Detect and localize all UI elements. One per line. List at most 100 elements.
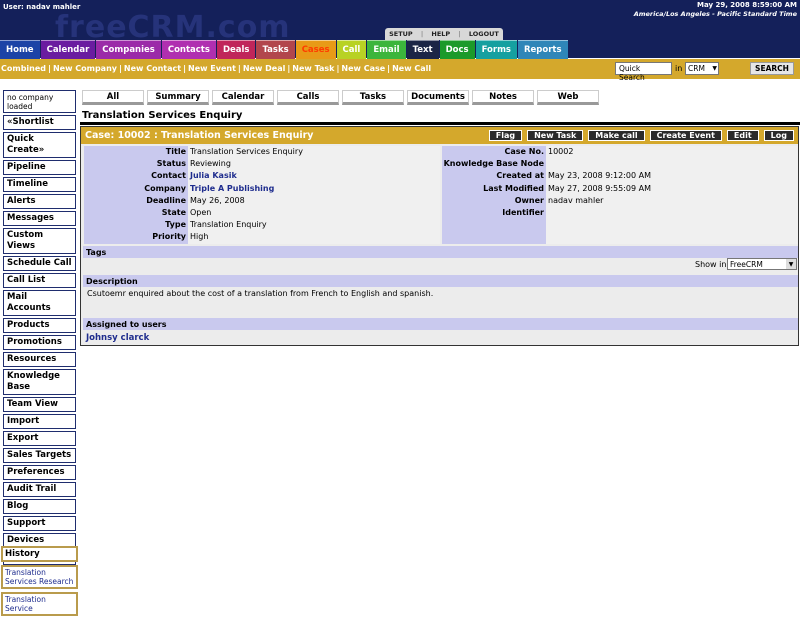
history-item[interactable]: Translation Service — [1, 592, 78, 616]
sidebar-item-shortlist[interactable]: «Shortlist — [3, 115, 76, 130]
field-label-owner: Owner — [442, 194, 546, 207]
tab-notes[interactable]: Notes — [472, 90, 534, 105]
chevron-down-icon: ▼ — [786, 259, 796, 269]
field-row: Contact Julia Kasik — [84, 170, 440, 183]
sidebar-item-import[interactable]: Import — [3, 414, 76, 429]
setup-link[interactable]: SETUP — [389, 30, 413, 38]
tab-web[interactable]: Web — [537, 90, 599, 105]
sidebar-item-mail-accounts[interactable]: Mail Accounts — [3, 290, 76, 316]
sidebar-item-alerts[interactable]: Alerts — [3, 194, 76, 209]
history-link[interactable]: Translation Service — [5, 595, 74, 613]
sidebar-item-schedule-call[interactable]: Schedule Call — [3, 256, 76, 271]
history-link[interactable]: Translation Services Research — [5, 568, 74, 586]
nav-tab-contacts[interactable]: Contacts — [161, 40, 216, 59]
quick-link-new-contact[interactable]: New Contact — [124, 64, 181, 73]
quick-link-new-event[interactable]: New Event — [188, 64, 236, 73]
nav-tab-home[interactable]: Home — [0, 40, 40, 59]
sidebar-item-resources[interactable]: Resources — [3, 352, 76, 367]
sidebar-item-promotions[interactable]: Promotions — [3, 335, 76, 350]
sidebar-item-blog[interactable]: Blog — [3, 499, 76, 514]
field-label-status: Status — [84, 158, 188, 171]
sidebar-item-call-list[interactable]: Call List — [3, 273, 76, 288]
timezone-text: America/Los Angeles - Pacific Standard T… — [633, 10, 797, 18]
help-link[interactable]: HELP — [431, 30, 450, 38]
sidebar-item-preferences[interactable]: Preferences — [3, 465, 76, 480]
tab-calendar[interactable]: Calendar — [212, 90, 274, 105]
field-label-state: State — [84, 206, 188, 220]
new-task-button[interactable]: New Task — [527, 130, 584, 141]
field-row: Created at May 23, 2008 9:12:00 AM — [442, 170, 798, 183]
sidebar-item-audit-trail[interactable]: Audit Trail — [3, 482, 76, 497]
history-item[interactable]: Translation Services Research — [1, 565, 78, 589]
separator: | — [237, 64, 241, 73]
tab-tasks[interactable]: Tasks — [342, 90, 404, 105]
field-value-contact[interactable]: Julia Kasik — [188, 170, 440, 183]
sidebar-item-custom-views[interactable]: Custom Views — [3, 228, 76, 254]
assigned-user-link[interactable]: Johnsy clarck — [86, 333, 149, 343]
nav-tab-deals[interactable]: Deals — [216, 40, 256, 59]
nav-tab-companies[interactable]: Companies — [96, 40, 161, 59]
field-row: Identifier — [442, 206, 798, 220]
nav-tab-call[interactable]: Call — [336, 40, 367, 59]
separator: | — [336, 64, 340, 73]
create-event-button[interactable]: Create Event — [649, 130, 722, 141]
tab-summary[interactable]: Summary — [147, 90, 209, 105]
tab-all[interactable]: All — [82, 90, 144, 105]
quick-link-new-task[interactable]: New Task — [292, 64, 334, 73]
tab-documents[interactable]: Documents — [407, 90, 469, 105]
quick-link-new-deal[interactable]: New Deal — [243, 64, 286, 73]
flag-button[interactable]: Flag — [488, 130, 523, 141]
sidebar-item-support[interactable]: Support — [3, 516, 76, 531]
quick-link-new-company[interactable]: New Company — [53, 64, 117, 73]
field-row: Knowledge Base Node — [442, 158, 798, 171]
quick-link-new-case[interactable]: New Case — [341, 64, 385, 73]
nav-tab-cases[interactable]: Cases — [295, 40, 336, 59]
show-in-value: FreeCRM — [730, 260, 763, 269]
sidebar-item-export[interactable]: Export — [3, 431, 76, 446]
edit-button[interactable]: Edit — [726, 130, 759, 141]
page-title: Translation Services Enquiry — [82, 110, 243, 121]
search-scope-value: CRM — [688, 64, 705, 73]
field-label-title: Title — [84, 146, 188, 159]
make-call-button[interactable]: Make call — [588, 130, 645, 141]
field-row: Type Translation Enquiry — [84, 219, 440, 232]
field-label-knowledge-base-node: Knowledge Base Node — [442, 158, 546, 171]
case-fields-right: Case No. 10002 Knowledge Base Node Created … — [442, 146, 798, 244]
logout-link[interactable]: LOGOUT — [469, 30, 499, 38]
field-label-deadline: Deadline — [84, 194, 188, 207]
field-value-deadline: May 26, 2008 — [188, 194, 440, 207]
field-row — [442, 231, 798, 244]
field-value-created-at: May 23, 2008 9:12:00 AM — [546, 170, 798, 183]
sidebar-item-products[interactable]: Products — [3, 318, 76, 333]
field-row: Company Triple A Publishing — [84, 182, 440, 195]
datetime-display: May 29, 2008 8:59:00 AM America/Los Ange… — [634, 1, 797, 19]
sidebar-item-timeline[interactable]: Timeline — [3, 177, 76, 192]
sidebar-item-pipeline[interactable]: Pipeline — [3, 160, 76, 175]
search-scope-select[interactable]: CRM ▼ — [685, 62, 719, 75]
sidebar-item-knowledge-base[interactable]: Knowledge Base — [3, 369, 76, 395]
nav-tab-reports[interactable]: Reports — [518, 40, 568, 59]
sidebar-item-team-view[interactable]: Team View — [3, 397, 76, 412]
nav-tab-text[interactable]: Text — [406, 40, 439, 59]
field-value-last-modified: May 27, 2008 9:55:09 AM — [546, 182, 798, 195]
field-label-priority: Priority — [84, 231, 188, 244]
header-bar: freeCRM.com User: nadav mahler May 29, 2… — [0, 0, 800, 59]
sidebar-item-sales-targets[interactable]: Sales Targets — [3, 448, 76, 463]
field-row: Title Translation Services Enquiry — [84, 146, 440, 159]
tab-calls[interactable]: Calls — [277, 90, 339, 105]
quick-link-combined[interactable]: Combined — [1, 64, 46, 73]
field-label-identifier: Identifier — [442, 206, 546, 220]
nav-tab-email[interactable]: Email — [367, 40, 406, 59]
quick-link-new-call[interactable]: New Call — [392, 64, 431, 73]
sidebar-item-messages[interactable]: Messages — [3, 211, 76, 226]
nav-tab-calendar[interactable]: Calendar — [40, 40, 96, 59]
quick-search-input[interactable]: Quick Search — [615, 62, 672, 82]
search-button[interactable]: SEARCH — [750, 62, 794, 75]
sidebar-item-quick-create[interactable]: Quick Create» — [3, 132, 76, 158]
field-value-company[interactable]: Triple A Publishing — [188, 182, 440, 195]
log-button[interactable]: Log — [763, 130, 794, 141]
nav-tab-tasks[interactable]: Tasks — [256, 40, 295, 59]
nav-tab-forms[interactable]: Forms — [475, 40, 517, 59]
nav-tab-docs[interactable]: Docs — [439, 40, 475, 59]
show-in-select[interactable]: FreeCRM ▼ — [727, 258, 797, 270]
